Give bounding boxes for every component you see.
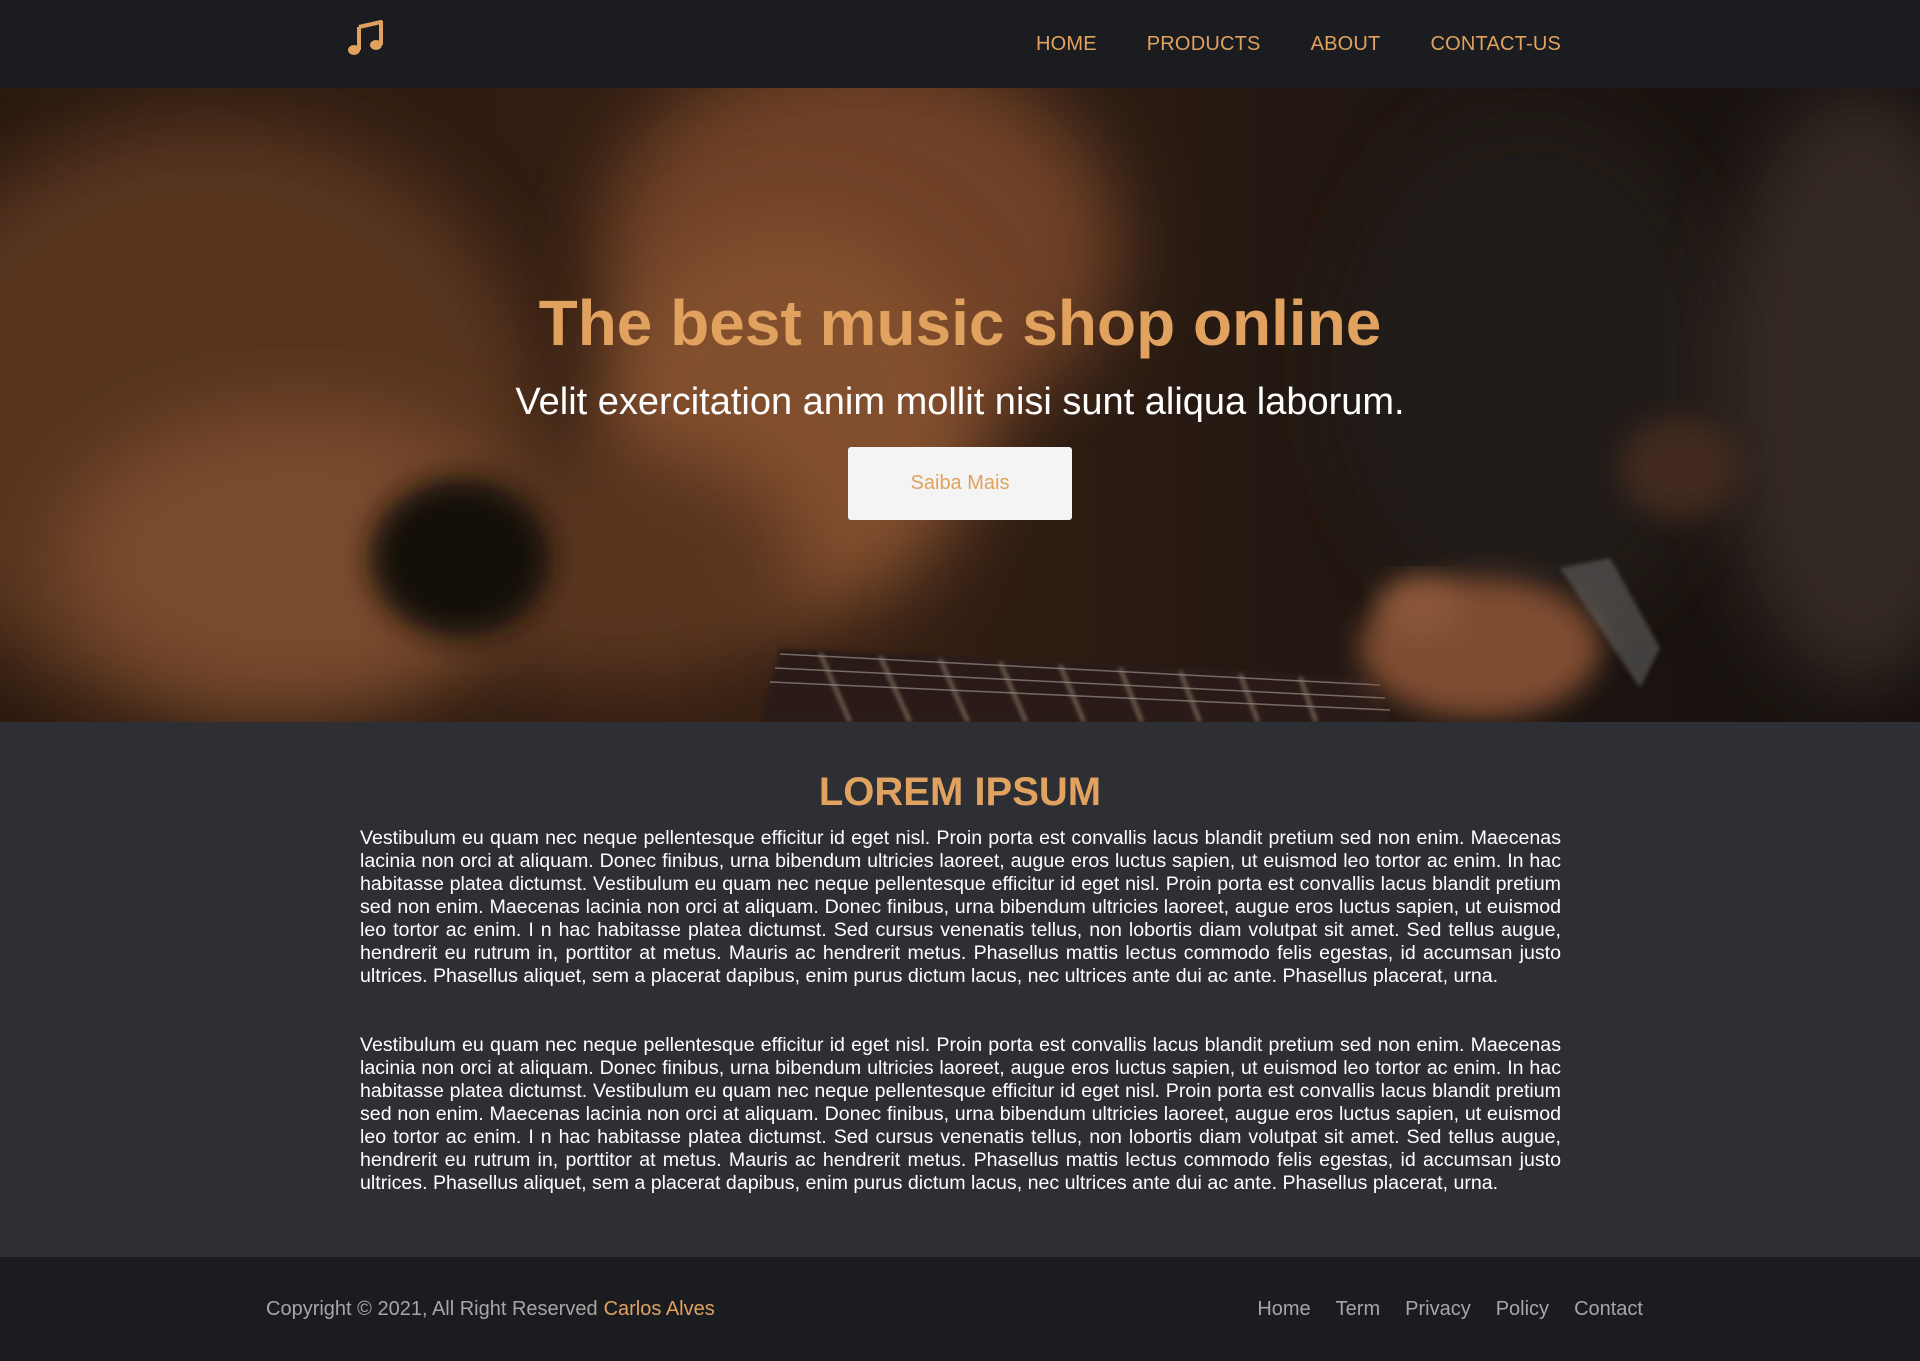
nav-about-link[interactable]: ABOUT [1311,33,1381,56]
nav-contact-link[interactable]: CONTACT-US [1430,33,1561,56]
hero-subtitle: Velit exercitation anim mollit nisi sunt… [515,381,1405,423]
site-footer: Copyright © 2021, All Right Reserved Car… [0,1257,1920,1361]
nav-home-link[interactable]: HOME [1036,33,1097,56]
content-paragraph: Vestibulum eu quam nec neque pellentesqu… [360,1034,1561,1194]
copyright-text: Copyright © 2021, All Right Reserved Car… [266,1257,715,1361]
hero-section: The best music shop online Velit exercit… [0,88,1920,722]
footer-home-link[interactable]: Home [1257,1298,1310,1321]
footer-policy-link[interactable]: Policy [1496,1298,1549,1321]
main-nav: HOME PRODUCTS ABOUT CONTACT-US [1036,0,1561,88]
learn-more-button[interactable]: Saiba Mais [848,447,1072,520]
owner-link[interactable]: Carlos Alves [604,1298,715,1321]
content-section: LOREM IPSUM Vestibulum eu quam nec neque… [0,722,1920,1257]
footer-term-link[interactable]: Term [1336,1298,1380,1321]
music-note-icon[interactable] [347,20,385,56]
section-title: LOREM IPSUM [818,770,1102,814]
footer-nav: Home Term Privacy Policy Contact [1257,1257,1643,1361]
nav-products-link[interactable]: PRODUCTS [1147,33,1261,56]
site-header: HOME PRODUCTS ABOUT CONTACT-US [0,0,1920,88]
copyright-prefix: Copyright © 2021, All Right Reserved [266,1297,598,1320]
footer-contact-link[interactable]: Contact [1574,1298,1643,1321]
content-paragraph: Vestibulum eu quam nec neque pellentesqu… [360,827,1561,987]
footer-privacy-link[interactable]: Privacy [1405,1298,1471,1321]
hero-title: The best music shop online [538,287,1382,359]
